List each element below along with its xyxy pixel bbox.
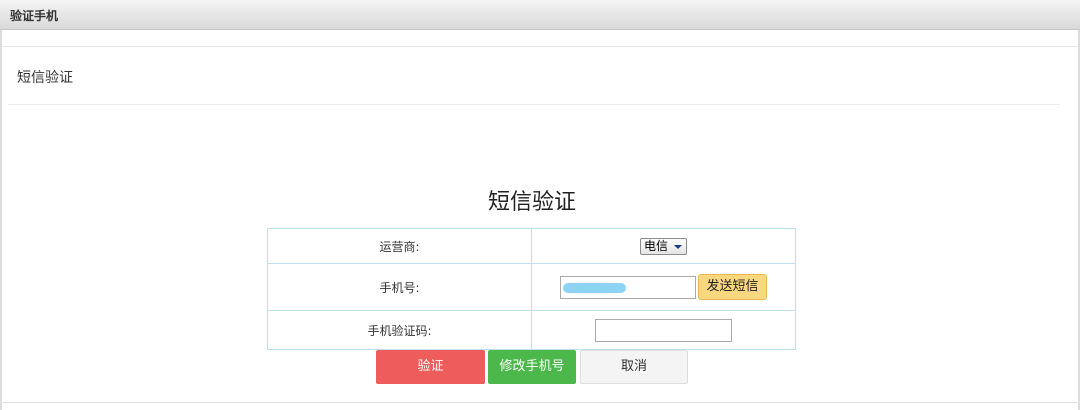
carrier-select[interactable]: 电信	[639, 237, 687, 255]
verification-code-input[interactable]	[595, 318, 732, 342]
phone-label: 手机号:	[267, 263, 532, 311]
code-row: 手机验证码:	[267, 310, 796, 350]
send-sms-button[interactable]: 发送短信	[698, 274, 767, 300]
carrier-label: 运营商:	[267, 228, 532, 264]
carrier-cell: 电信	[531, 228, 796, 264]
verify-button[interactable]: 验证	[376, 350, 485, 384]
frame-top-divider	[2, 46, 1078, 47]
phone-redaction-mask	[563, 282, 627, 293]
code-label: 手机验证码:	[267, 310, 532, 350]
carrier-row: 运营商: 电信	[267, 228, 796, 264]
section-divider	[8, 104, 1060, 105]
form-title: 短信验证	[487, 190, 576, 215]
cancel-button[interactable]: 取消	[580, 350, 688, 384]
window-title: 验证手机	[10, 9, 59, 23]
phone-row: 手机号: 发送短信	[267, 263, 796, 311]
code-cell	[531, 310, 796, 350]
phone-cell: 发送短信	[531, 263, 796, 311]
carrier-select-value: 电信	[643, 238, 668, 253]
frame-bottom-divider	[2, 402, 1078, 403]
change-phone-button[interactable]: 修改手机号	[488, 350, 576, 384]
window-titlebar: 验证手机	[0, 0, 1080, 30]
verification-form: 运营商: 电信 手机号: 发送短信 手机验证码:	[267, 228, 796, 350]
chevron-down-icon	[674, 244, 682, 249]
section-title: 短信验证	[17, 70, 73, 86]
phone-input[interactable]	[560, 275, 697, 299]
